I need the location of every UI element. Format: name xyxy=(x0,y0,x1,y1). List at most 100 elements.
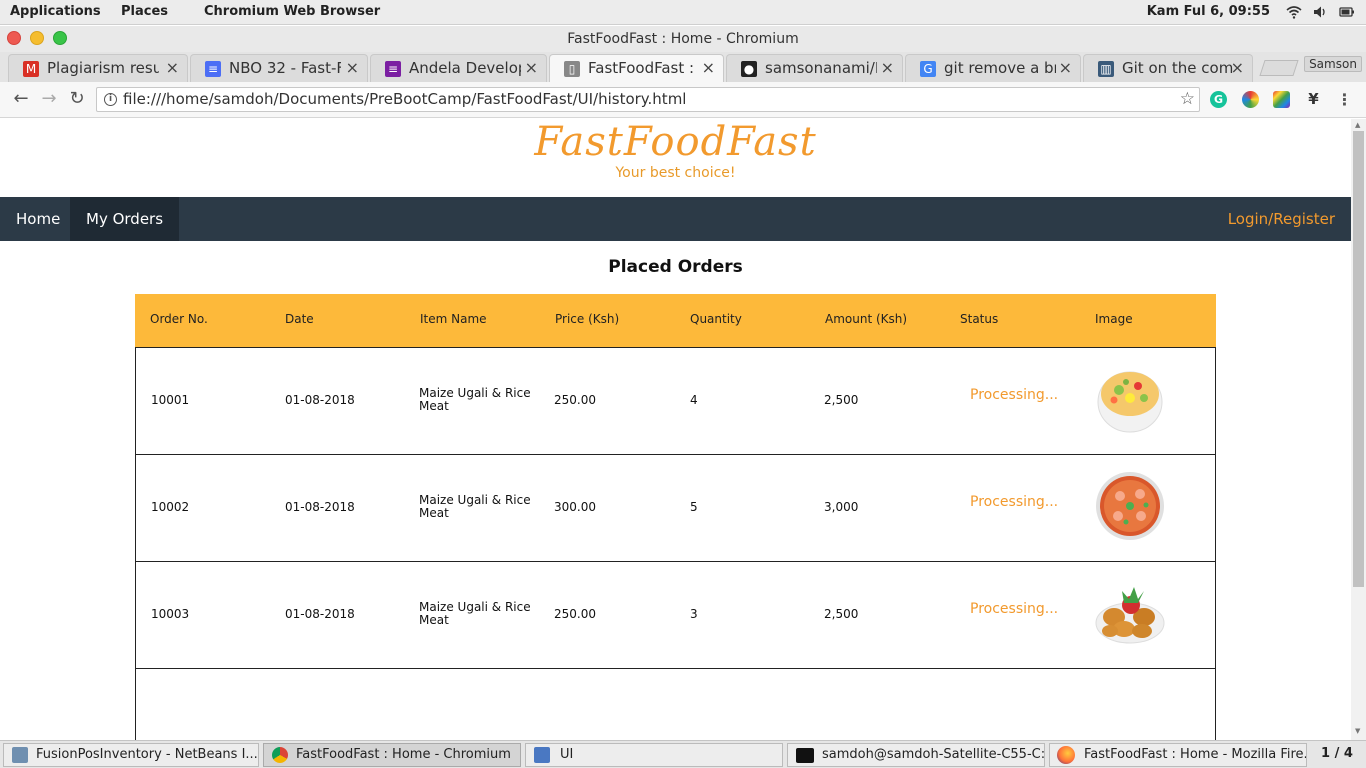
col-date: Date xyxy=(285,312,314,326)
menu-dots-icon[interactable]: ⋮ xyxy=(1336,91,1353,108)
taskbar-item-netbeans[interactable]: FusionPosInventory - NetBeans I... xyxy=(3,743,259,767)
taskbar-item-chromium[interactable]: FastFoodFast : Home - Chromium xyxy=(263,743,521,767)
close-window-button[interactable] xyxy=(7,31,21,45)
browser-tab[interactable]: Ggit remove a br × xyxy=(905,54,1081,82)
grammarly-extension-icon[interactable]: G xyxy=(1210,91,1227,108)
taskbar-label: FusionPosInventory - NetBeans I... xyxy=(36,747,258,762)
window-titlebar: FastFoodFast : Home - Chromium xyxy=(0,26,1366,52)
bookmark-star-icon[interactable]: ☆ xyxy=(1180,88,1195,111)
browser-tab[interactable]: ▥ Git on the comm× xyxy=(1083,54,1253,82)
firefox-icon xyxy=(1057,746,1075,764)
item-price: 250.00 xyxy=(554,607,596,621)
orders-table: Order No. Date Item Name Price (Ksh) Qua… xyxy=(135,294,1216,740)
item-name: Maize Ugali & Rice Meat xyxy=(419,600,531,627)
tab-label: Andela Develop xyxy=(409,59,521,77)
address-text: file:///home/samdoh/Documents/PreBootCam… xyxy=(123,90,687,108)
close-tab-icon[interactable]: × xyxy=(346,55,359,81)
page-icon: ▯ xyxy=(564,61,580,77)
new-tab-button[interactable] xyxy=(1259,60,1299,76)
scroll-up-icon[interactable]: ▲ xyxy=(1355,121,1360,129)
browser-tab[interactable]: ▯ FastFoodFast : H × xyxy=(549,54,724,82)
fried-chicken-icon xyxy=(1095,587,1165,644)
item-price: 300.00 xyxy=(554,500,596,514)
taskbar-label: UI xyxy=(560,747,574,762)
tab-label: NBO 32 - Fast-F xyxy=(229,59,341,77)
github-icon: ● xyxy=(741,61,757,77)
item-quantity: 5 xyxy=(690,500,698,514)
item-price: 250.00 xyxy=(554,393,596,407)
nav-login-register[interactable]: Login/Register xyxy=(1228,197,1335,241)
wifi-icon[interactable] xyxy=(1286,5,1302,22)
workspace-switcher[interactable]: 1 / 4 xyxy=(1321,746,1353,761)
order-amount: 2,500 xyxy=(824,393,859,407)
applications-menu[interactable]: Applications xyxy=(10,4,101,19)
clock[interactable]: Kam Ful 6, 09:55 xyxy=(1147,4,1270,19)
page-scrollbar[interactable]: ▲ ▼ xyxy=(1351,119,1366,740)
google-icon: G xyxy=(920,61,936,77)
close-tab-icon[interactable]: × xyxy=(525,55,538,81)
docs-icon: ≡ xyxy=(205,61,221,77)
book-icon: ▥ xyxy=(1098,61,1114,77)
tab-label: FastFoodFast : H xyxy=(588,59,700,77)
scroll-down-icon[interactable]: ▼ xyxy=(1355,727,1360,735)
color-picker-extension-icon[interactable] xyxy=(1242,91,1259,108)
table-row: 10003 01-08-2018 Maize Ugali & Rice Meat… xyxy=(136,562,1215,669)
tab-label: samsonanami/F xyxy=(765,59,877,77)
site-logo[interactable]: FastFoodFast xyxy=(0,119,1351,165)
taskbar-item-terminal[interactable]: samdoh@samdoh-Satellite-C55-C:... xyxy=(787,743,1045,767)
taskbar: FusionPosInventory - NetBeans I... FastF… xyxy=(0,740,1366,768)
reload-button[interactable]: ↻ xyxy=(66,88,88,110)
table-row: 10001 01-08-2018 Maize Ugali & Rice Meat… xyxy=(136,348,1215,455)
order-status: Processing... xyxy=(970,387,1059,403)
nav-my-orders[interactable]: My Orders xyxy=(70,197,180,241)
order-status: Processing... xyxy=(970,494,1059,510)
tab-label: git remove a br xyxy=(944,59,1056,77)
places-menu[interactable]: Places xyxy=(121,4,168,19)
back-button[interactable]: ← xyxy=(10,88,32,110)
battery-icon[interactable] xyxy=(1339,5,1355,22)
folder-icon xyxy=(534,747,550,763)
close-tab-icon[interactable]: × xyxy=(1231,55,1244,81)
browser-tab[interactable]: ≡ NBO 32 - Fast-F × xyxy=(190,54,368,82)
close-tab-icon[interactable]: × xyxy=(702,55,715,81)
close-tab-icon[interactable]: × xyxy=(1059,55,1072,81)
browser-tab[interactable]: M Plagiarism resul × xyxy=(8,54,188,82)
tab-label: Plagiarism resul xyxy=(47,59,159,77)
forward-button[interactable]: → xyxy=(38,88,60,110)
close-tab-icon[interactable]: × xyxy=(166,55,179,81)
terminal-icon xyxy=(796,748,814,763)
table-row: 10002 01-08-2018 Maize Ugali & Rice Meat… xyxy=(136,455,1215,562)
col-amount: Amount (Ksh) xyxy=(825,312,908,326)
order-number: 10002 xyxy=(151,500,190,514)
taskbar-label: FastFoodFast : Home - Mozilla Fire... xyxy=(1084,747,1307,762)
close-tab-icon[interactable]: × xyxy=(881,55,894,81)
nav-home[interactable]: Home xyxy=(0,197,76,241)
order-amount: 2,500 xyxy=(824,607,859,621)
scrollbar-thumb[interactable] xyxy=(1353,131,1364,587)
minimize-window-button[interactable] xyxy=(30,31,44,45)
info-icon[interactable]: i xyxy=(104,93,117,106)
order-amount: 3,000 xyxy=(824,500,859,514)
browser-tab[interactable]: ● samsonanami/F × xyxy=(726,54,903,82)
profile-button[interactable]: Samson xyxy=(1304,56,1362,72)
window-title: FastFoodFast : Home - Chromium xyxy=(567,31,799,47)
maximize-window-button[interactable] xyxy=(53,31,67,45)
item-quantity: 4 xyxy=(690,393,698,407)
col-image: Image xyxy=(1095,312,1133,326)
col-quantity: Quantity xyxy=(690,312,742,326)
tab-label: Git on the comm xyxy=(1122,59,1234,77)
table-header: Order No. Date Item Name Price (Ksh) Qua… xyxy=(135,294,1216,348)
order-date: 01-08-2018 xyxy=(285,607,355,621)
browser-menu[interactable]: Chromium Web Browser xyxy=(204,4,380,19)
volume-icon[interactable] xyxy=(1313,5,1327,22)
col-price: Price (Ksh) xyxy=(555,312,620,326)
order-status: Processing... xyxy=(970,601,1059,617)
taskbar-item-folder[interactable]: UI xyxy=(525,743,783,767)
main-navbar: Home My Orders Login/Register xyxy=(0,197,1351,241)
order-number: 10001 xyxy=(151,393,190,407)
tampermonkey-extension-icon[interactable]: ¥ xyxy=(1305,91,1322,108)
browser-tab[interactable]: ≡ Andela Develop × xyxy=(370,54,547,82)
taskbar-item-firefox[interactable]: FastFoodFast : Home - Mozilla Fire... xyxy=(1049,743,1307,767)
address-bar[interactable]: i file:///home/samdoh/Documents/PreBootC… xyxy=(96,87,1200,112)
rainbow-extension-icon[interactable] xyxy=(1273,91,1290,108)
